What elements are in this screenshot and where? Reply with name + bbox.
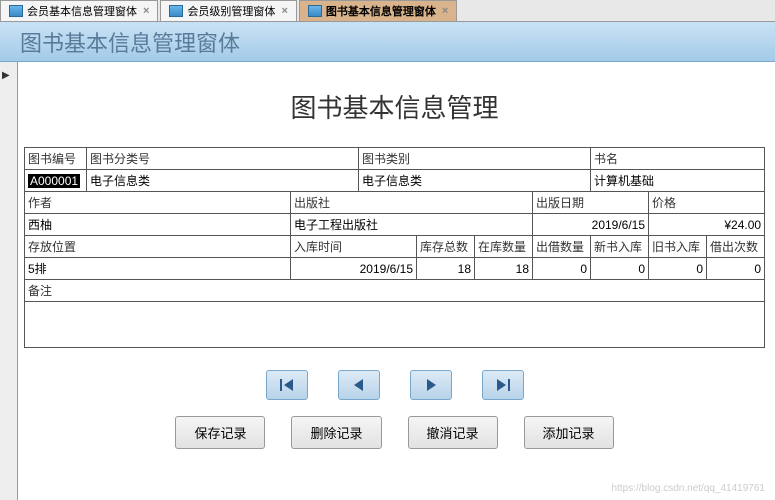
label-in-stock: 在库数量 xyxy=(475,236,533,258)
form-icon xyxy=(308,5,322,17)
close-icon[interactable]: × xyxy=(442,5,448,17)
tab-book-info[interactable]: 图书基本信息管理窗体 × xyxy=(299,0,457,21)
label-lent-qty: 出借数量 xyxy=(533,236,591,258)
last-record-button[interactable] xyxy=(482,370,524,400)
label-location: 存放位置 xyxy=(25,236,291,258)
field-price[interactable]: ¥24.00 xyxy=(649,214,765,236)
label-category-no: 图书分类号 xyxy=(87,148,359,170)
data-grid: 图书编号 图书分类号 图书类别 书名 A000001 电子信息类 电子信息类 计… xyxy=(24,147,765,348)
header-title: 图书基本信息管理窗体 xyxy=(20,26,240,58)
next-record-button[interactable] xyxy=(410,370,452,400)
field-book-id[interactable]: A000001 xyxy=(25,170,87,192)
page-title: 图书基本信息管理 xyxy=(24,88,765,125)
first-icon xyxy=(279,378,295,392)
label-old-in: 旧书入库 xyxy=(649,236,707,258)
last-icon xyxy=(495,378,511,392)
nav-button-row xyxy=(24,370,765,400)
action-button-row: 保存记录 删除记录 撤消记录 添加记录 xyxy=(24,416,765,449)
prev-record-button[interactable] xyxy=(338,370,380,400)
form-header: 图书基本信息管理窗体 xyxy=(0,22,775,62)
field-memo[interactable] xyxy=(25,302,765,348)
label-publisher: 出版社 xyxy=(291,192,533,214)
field-pub-date[interactable]: 2019/6/15 xyxy=(533,214,649,236)
field-total-stock[interactable]: 18 xyxy=(417,258,475,280)
first-record-button[interactable] xyxy=(266,370,308,400)
record-marker-icon: ▶ xyxy=(2,70,10,81)
tab-label: 会员级别管理窗体 xyxy=(187,3,275,19)
field-author[interactable]: 西柚 xyxy=(25,214,291,236)
field-in-stock[interactable]: 18 xyxy=(475,258,533,280)
next-icon xyxy=(423,378,439,392)
tab-member-level[interactable]: 会员级别管理窗体 × xyxy=(160,0,296,21)
label-book-name: 书名 xyxy=(591,148,765,170)
field-lent-qty[interactable]: 0 xyxy=(533,258,591,280)
add-button[interactable]: 添加记录 xyxy=(524,416,614,449)
form-body: 图书基本信息管理 图书编号 图书分类号 图书类别 书名 A000001 电子信息… xyxy=(18,62,775,500)
field-category[interactable]: 电子信息类 xyxy=(359,170,591,192)
watermark: https://blog.csdn.net/qq_41419761 xyxy=(612,483,765,494)
label-author: 作者 xyxy=(25,192,291,214)
field-category-no[interactable]: 电子信息类 xyxy=(87,170,359,192)
label-in-time: 入库时间 xyxy=(291,236,417,258)
label-total-stock: 库存总数 xyxy=(417,236,475,258)
close-icon[interactable]: × xyxy=(143,5,149,17)
save-button[interactable]: 保存记录 xyxy=(175,416,265,449)
field-publisher[interactable]: 电子工程出版社 xyxy=(291,214,533,236)
label-new-in: 新书入库 xyxy=(591,236,649,258)
label-price: 价格 xyxy=(649,192,765,214)
tab-member-info[interactable]: 会员基本信息管理窗体 × xyxy=(0,0,158,21)
field-in-time[interactable]: 2019/6/15 xyxy=(291,258,417,280)
form-icon xyxy=(169,5,183,17)
tab-label: 图书基本信息管理窗体 xyxy=(326,3,436,19)
close-icon[interactable]: × xyxy=(281,5,287,17)
tab-label: 会员基本信息管理窗体 xyxy=(27,3,137,19)
label-memo: 备注 xyxy=(25,280,765,302)
tab-bar: 会员基本信息管理窗体 × 会员级别管理窗体 × 图书基本信息管理窗体 × xyxy=(0,0,775,22)
delete-button[interactable]: 删除记录 xyxy=(291,416,381,449)
field-lend-times[interactable]: 0 xyxy=(707,258,765,280)
label-pub-date: 出版日期 xyxy=(533,192,649,214)
record-selector[interactable]: ▶ xyxy=(0,62,18,500)
label-lend-times: 借出次数 xyxy=(707,236,765,258)
form-icon xyxy=(9,5,23,17)
field-location[interactable]: 5排 xyxy=(25,258,291,280)
label-category: 图书类别 xyxy=(359,148,591,170)
field-book-name[interactable]: 计算机基础 xyxy=(591,170,765,192)
field-old-in[interactable]: 0 xyxy=(649,258,707,280)
prev-icon xyxy=(351,378,367,392)
cancel-button[interactable]: 撤消记录 xyxy=(408,416,498,449)
field-new-in[interactable]: 0 xyxy=(591,258,649,280)
label-book-id: 图书编号 xyxy=(25,148,87,170)
